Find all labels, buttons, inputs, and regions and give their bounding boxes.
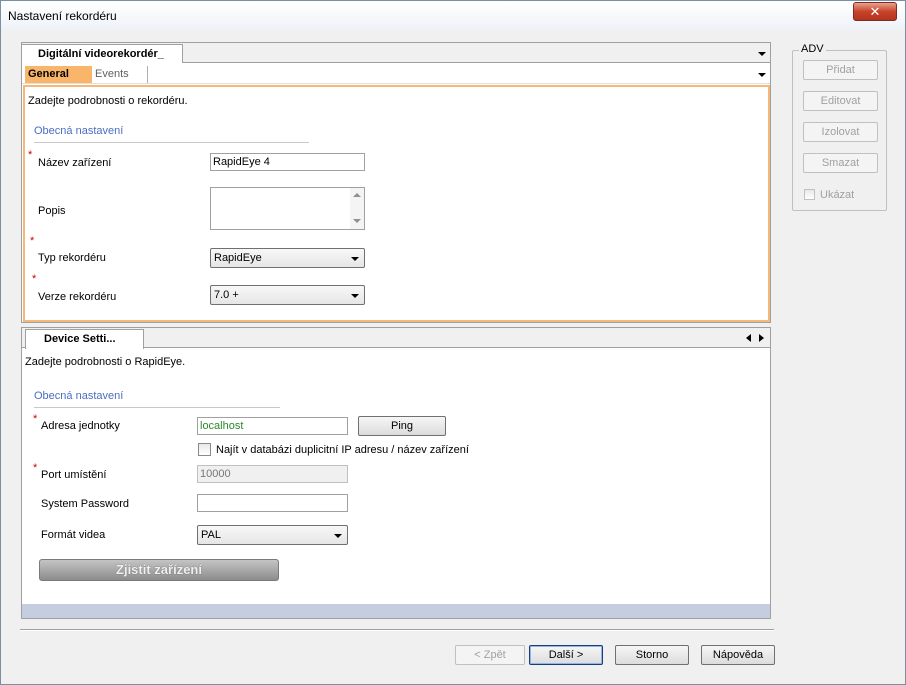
duplicate-check-label: Najít v databázi duplicitní IP adresu / … (216, 444, 469, 456)
tab-list-dropdown-icon[interactable] (758, 52, 766, 56)
general-intro-text: Zadejte podrobnosti o rekordéru. (28, 95, 188, 107)
delete-button[interactable]: Smazat (803, 153, 878, 173)
device-name-input[interactable]: RapidEye 4 (210, 153, 365, 171)
cancel-button[interactable]: Storno (615, 645, 689, 665)
section-divider (34, 142, 309, 143)
sub-tab-strip: General Events (22, 64, 770, 84)
chevron-down-icon (334, 534, 342, 538)
adv-group-title: ADV (799, 43, 826, 55)
ping-button[interactable]: Ping (358, 416, 446, 436)
footer-separator (20, 629, 774, 631)
next-button[interactable]: Další > (529, 645, 603, 665)
system-password-label: System Password (41, 498, 130, 510)
help-button[interactable]: Nápověda (701, 645, 775, 665)
device-section-heading: Obecná nastavení (34, 390, 124, 402)
tab-digital-video-recorder[interactable]: Digitální videorekordér_ (21, 44, 183, 63)
window-title: Nastavení rekordéru (8, 9, 117, 23)
recorder-type-select[interactable]: RapidEye (210, 248, 365, 268)
close-icon: ✕ (869, 4, 881, 19)
description-label: Popis (38, 205, 66, 217)
back-button[interactable]: < Zpět (455, 645, 525, 665)
video-format-label: Formát videa (41, 529, 106, 541)
recorder-version-label: Verze rekordéru (38, 291, 117, 303)
description-textarea[interactable] (210, 187, 365, 230)
recorder-version-select[interactable]: 7.0 + (210, 285, 365, 305)
title-bar: Nastavení rekordéru ✕ (1, 1, 905, 30)
device-name-label: Název zařízení (38, 157, 112, 169)
video-format-value: PAL (201, 529, 221, 541)
chevron-down-icon (351, 257, 359, 261)
tab-general-label: General (28, 68, 69, 80)
required-marker: * (33, 413, 38, 425)
edit-button[interactable]: Editovat (803, 91, 878, 111)
chevron-down-icon (351, 294, 359, 298)
edit-button-label: Editovat (820, 95, 861, 107)
close-button[interactable]: ✕ (853, 2, 897, 21)
tab-device-settings[interactable]: Device Setti... (25, 329, 144, 349)
isolate-button[interactable]: Izolovat (803, 122, 878, 142)
tab-label: Digitální videorekordér_ (38, 48, 164, 60)
recorder-settings-window: Nastavení rekordéru ✕ Digitální videorek… (0, 0, 906, 685)
tab-events[interactable]: Events (92, 66, 148, 83)
video-format-select[interactable]: PAL (197, 525, 348, 545)
delete-button-label: Smazat (821, 157, 860, 169)
panel-status-strip (22, 604, 770, 618)
required-marker: * (33, 462, 38, 474)
recorder-type-label: Typ rekordéru (38, 252, 106, 264)
required-marker: * (30, 235, 35, 247)
tab-scroll-left-icon[interactable] (746, 334, 751, 342)
show-checkbox-label: Ukázat (820, 189, 855, 201)
general-form: Zadejte podrobnosti o rekordéru. Obecná … (23, 85, 770, 322)
scroll-down-icon[interactable] (353, 219, 361, 223)
description-scrollbar[interactable] (350, 188, 364, 229)
required-marker: * (32, 273, 37, 285)
recorder-type-value: RapidEye (214, 252, 262, 264)
add-button[interactable]: Přidat (803, 60, 878, 80)
show-checkbox[interactable] (804, 189, 815, 200)
tab-scroll-right-icon[interactable] (759, 334, 764, 342)
duplicate-check-checkbox[interactable] (198, 443, 211, 456)
port-input[interactable]: 10000 (197, 465, 348, 483)
device-intro-text: Zadejte podrobnosti o RapidEye. (25, 356, 186, 368)
required-marker: * (28, 149, 33, 161)
tab-events-label: Events (95, 68, 129, 80)
detect-device-button[interactable]: Zjistit zařízení (39, 559, 279, 581)
tab-general[interactable]: General (25, 66, 92, 83)
general-section-heading: Obecná nastavení (34, 125, 124, 137)
dialog-client-area: Digitální videorekordér_ General Events … (3, 30, 903, 682)
unit-address-input[interactable]: localhost (197, 417, 348, 435)
isolate-button-label: Izolovat (821, 126, 860, 138)
recorder-version-value: 7.0 + (214, 289, 239, 301)
unit-address-label: Adresa jednotky (41, 420, 120, 432)
system-password-input[interactable] (197, 494, 348, 512)
scroll-up-icon[interactable] (353, 193, 361, 197)
section-divider (34, 407, 280, 408)
tab-label: Device Setti... (44, 333, 116, 345)
add-button-label: Přidat (826, 64, 855, 76)
port-label: Port umístění (41, 469, 107, 481)
sub-tab-dropdown-icon[interactable] (758, 73, 766, 77)
